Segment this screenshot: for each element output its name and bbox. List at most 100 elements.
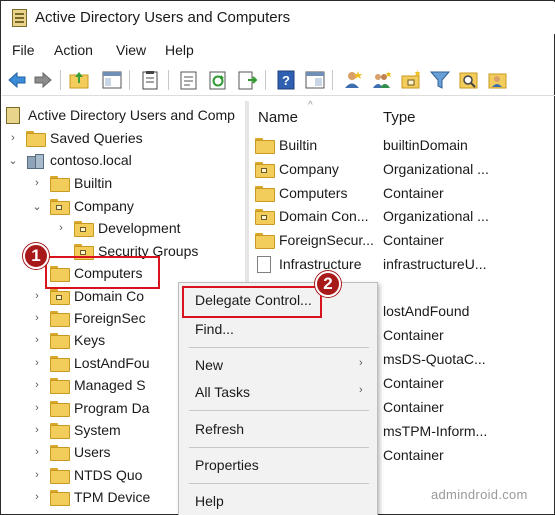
folder-icon <box>50 311 70 327</box>
tree-item-label: Company <box>74 198 134 214</box>
list-item[interactable]: Builtin <box>255 134 317 156</box>
list-item-type: builtinDomain <box>383 137 468 153</box>
chevron-right-icon[interactable]: › <box>32 402 42 414</box>
refresh-icon[interactable] <box>207 69 229 91</box>
chevron-right-icon[interactable]: › <box>32 424 42 436</box>
list-item-type: Container <box>383 375 444 391</box>
tree-item-label: contoso.local <box>50 152 132 168</box>
tree-item-foreign-security[interactable]: › ForeignSec <box>32 307 146 329</box>
menu-action[interactable]: Action <box>54 42 93 58</box>
chevron-right-icon[interactable]: › <box>32 469 42 481</box>
tree-item-users[interactable]: › Users <box>32 441 111 463</box>
tree-item-ntds-quotas[interactable]: › NTDS Quo <box>32 464 142 486</box>
tree-item-label: NTDS Quo <box>74 467 143 483</box>
console-root-icon <box>6 106 20 124</box>
up-folder-icon[interactable] <box>68 69 90 91</box>
tree-root[interactable]: Active Directory Users and Comp <box>6 104 235 126</box>
tree-item-company[interactable]: ⌄ Company <box>32 195 134 217</box>
menu-item-all-tasks[interactable]: All Tasks <box>195 384 250 400</box>
list-item-type: Organizational ... <box>383 161 489 177</box>
tree-item-program-data[interactable]: › Program Da <box>32 397 149 419</box>
tree-item-tpm-devices[interactable]: › TPM Device <box>32 486 150 508</box>
menu-item-refresh[interactable]: Refresh <box>195 421 244 437</box>
list-item-name: Infrastructure <box>279 256 362 272</box>
tree-item-managed-service[interactable]: › Managed S <box>32 374 146 396</box>
back-arrow-icon[interactable] <box>6 69 28 91</box>
chevron-right-icon[interactable]: › <box>32 491 42 503</box>
forward-arrow-icon[interactable] <box>32 69 54 91</box>
svg-text:?: ? <box>282 73 290 88</box>
add-to-group-icon[interactable] <box>487 69 509 91</box>
export-list-icon[interactable] <box>236 69 258 91</box>
menu-help[interactable]: Help <box>165 42 194 58</box>
chevron-down-icon[interactable]: ⌄ <box>8 154 18 167</box>
chevron-right-icon[interactable]: › <box>8 132 18 144</box>
tree-root-label: Active Directory Users and Comp <box>28 107 235 123</box>
list-item[interactable]: Domain Con... <box>255 205 368 227</box>
tree-item-development[interactable]: › Development <box>56 217 181 239</box>
folder-icon <box>50 176 70 192</box>
tree-item-keys[interactable]: › Keys <box>32 329 105 351</box>
chevron-right-icon[interactable]: › <box>32 446 42 458</box>
folder-icon <box>255 233 275 249</box>
folder-icon <box>50 490 70 506</box>
chevron-right-icon[interactable]: › <box>32 379 42 391</box>
chevron-down-icon[interactable]: ⌄ <box>32 200 42 213</box>
menu-separator <box>189 347 369 348</box>
column-header-name[interactable]: Name <box>258 109 298 126</box>
list-item[interactable]: ForeignSecur... <box>255 229 374 251</box>
domain-icon <box>26 153 44 169</box>
new-group-icon[interactable] <box>371 69 393 91</box>
properties-icon[interactable] <box>178 69 200 91</box>
folder-icon <box>50 445 70 461</box>
ou-folder-icon <box>50 289 70 305</box>
menu-item-find[interactable]: Find... <box>195 321 234 337</box>
app-window: Active Directory Users and Computers Fil… <box>0 0 555 515</box>
list-item[interactable]: Computers <box>255 182 347 204</box>
filter-icon[interactable] <box>429 69 451 91</box>
menu-item-properties[interactable]: Properties <box>195 457 259 473</box>
tree-item-saved-queries[interactable]: › Saved Queries <box>8 127 143 149</box>
help-icon[interactable]: ? <box>275 69 297 91</box>
list-item-name: Computers <box>279 185 348 201</box>
tree-item-label: Program Da <box>74 400 150 416</box>
submenu-arrow-icon: › <box>359 357 363 369</box>
app-icon <box>12 9 27 27</box>
clipboard-icon[interactable] <box>139 69 161 91</box>
object-icon <box>257 255 271 273</box>
list-item[interactable]: Infrastructure <box>257 253 361 275</box>
menu-view[interactable]: View <box>116 42 146 58</box>
find-icon[interactable] <box>458 69 480 91</box>
chevron-right-icon[interactable]: › <box>32 334 42 346</box>
list-item-type: Container <box>383 185 444 201</box>
chevron-right-icon[interactable]: › <box>32 290 42 302</box>
folder-icon <box>255 186 275 202</box>
chevron-right-icon[interactable]: › <box>32 357 42 369</box>
new-user-icon[interactable] <box>342 69 364 91</box>
menu-item-delegate-control[interactable]: Delegate Control... <box>195 292 312 308</box>
tree-item-domain[interactable]: ⌄ contoso.local <box>8 149 132 171</box>
watermark: admindroid.com <box>431 487 528 502</box>
sort-caret-icon: ^ <box>308 100 313 111</box>
chevron-right-icon[interactable]: › <box>32 312 42 324</box>
chevron-right-icon[interactable]: › <box>32 177 42 189</box>
ou-folder-icon <box>255 162 275 178</box>
submenu-arrow-icon: › <box>359 384 363 396</box>
menu-item-new[interactable]: New <box>195 357 223 373</box>
context-menu: Delegate Control... Find... New › All Ta… <box>178 282 378 515</box>
console-icon[interactable] <box>304 69 326 91</box>
tree-item-builtin[interactable]: › Builtin <box>32 172 112 194</box>
chevron-right-icon[interactable]: › <box>56 222 66 234</box>
tree-item-lostandfound[interactable]: › LostAndFou <box>32 352 150 374</box>
new-ou-icon[interactable] <box>400 69 422 91</box>
tree-item-system[interactable]: › System <box>32 419 121 441</box>
menu-file[interactable]: File <box>12 42 35 58</box>
menu-item-help[interactable]: Help <box>195 493 224 509</box>
list-item[interactable]: Company <box>255 158 339 180</box>
folder-icon <box>255 138 275 154</box>
list-item-type: Container <box>383 232 444 248</box>
show-hide-tree-icon[interactable] <box>101 69 123 91</box>
menu-separator <box>189 483 369 484</box>
ou-folder-icon <box>255 209 275 225</box>
column-header-type[interactable]: Type <box>383 109 416 126</box>
